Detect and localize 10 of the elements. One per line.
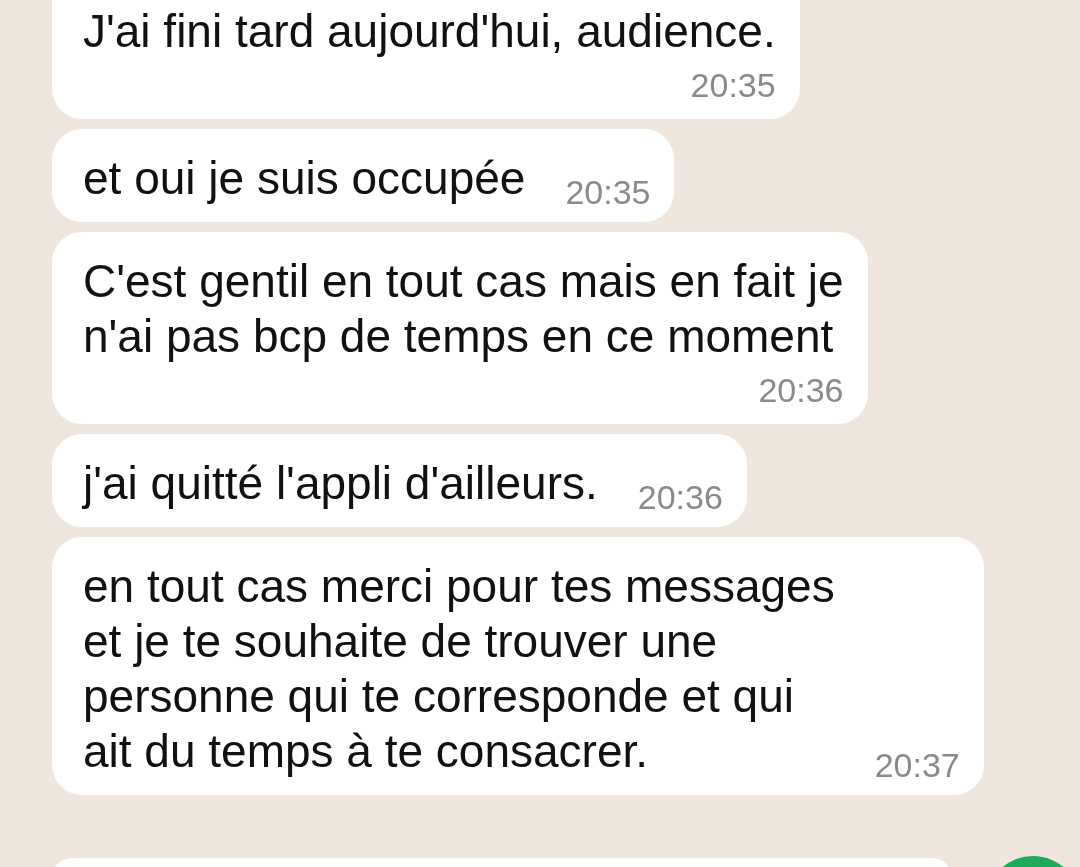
message-time: 20:35 [690,65,776,105]
message-time: 20:36 [758,370,844,410]
message-time: 20:37 [874,745,960,785]
message-text: et oui je suis occupée [83,151,526,206]
message-text: J'ai fini tard aujourd'hui, audience. [83,4,776,59]
message-time: 20:35 [565,172,651,212]
message-text: en tout cas merci pour tes messages et je te souhaite de trouver une personne qui te corresponde et qui ait du temps à te consacrer. [83,559,835,779]
message-text: C'est gentil en tout cas mais en fait je n'ai pas bcp de temps en ce moment [83,254,844,364]
message-text: j'ai quitté l'appli d'ailleurs. [83,456,598,511]
message-time: 20:36 [637,477,723,517]
